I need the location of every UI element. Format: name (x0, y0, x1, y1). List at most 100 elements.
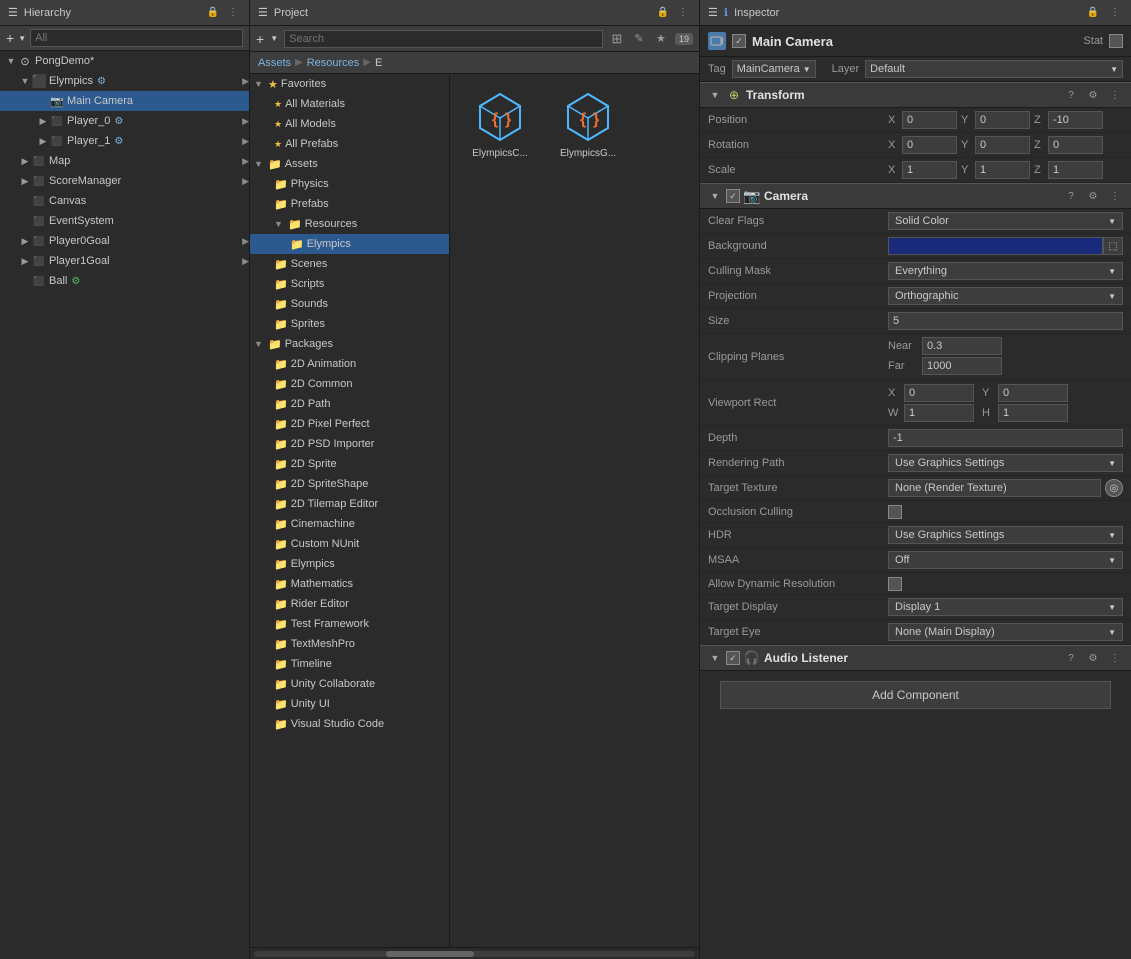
rotation-x-input[interactable] (902, 136, 957, 154)
position-y-input[interactable] (975, 111, 1030, 129)
hierarchy-more-icon[interactable]: ⋮ (225, 5, 241, 21)
transform-header[interactable]: ▼ ⊕ Transform ? ⚙ ⋮ (700, 82, 1131, 108)
viewport-h-input[interactable] (998, 404, 1068, 422)
audio-settings-icon[interactable]: ⚙ (1085, 650, 1101, 666)
project-all-materials[interactable]: ★ All Materials (250, 94, 449, 114)
viewport-y-input[interactable] (998, 384, 1068, 402)
project-rider[interactable]: 📁 Rider Editor (250, 594, 449, 614)
project-elympics-folder[interactable]: 📁 Elympics (250, 234, 449, 254)
culling-mask-dropdown[interactable]: Everything ▼ (888, 262, 1123, 280)
project-all-prefabs[interactable]: ★ All Prefabs (250, 134, 449, 154)
project-add-btn[interactable]: + (256, 31, 264, 47)
project-test-framework[interactable]: 📁 Test Framework (250, 614, 449, 634)
hierarchy-item-main-camera[interactable]: ▶ 📷 Main Camera (0, 91, 249, 111)
hierarchy-item-elympics[interactable]: ▼ ⬛ Elympics ⚙ ▶ (0, 71, 249, 91)
hierarchy-item-player1[interactable]: ▶ ⬛ Player_1 ⚙ ▶ (0, 131, 249, 151)
project-vscode[interactable]: 📁 Visual Studio Code (250, 714, 449, 734)
project-favorites-header[interactable]: ▼ ★ Favorites (250, 74, 449, 94)
asset-item-elympicsg[interactable]: { } ElympicsG... (548, 84, 628, 159)
hierarchy-item-pongdemo[interactable]: ▼ ⊙ PongDemo* (0, 51, 249, 71)
project-mathematics[interactable]: 📁 Mathematics (250, 574, 449, 594)
project-more-icon[interactable]: ⋮ (675, 5, 691, 21)
project-textmeshpro[interactable]: 📁 TextMeshPro (250, 634, 449, 654)
project-2d-sprite[interactable]: 📁 2D Sprite (250, 454, 449, 474)
project-physics[interactable]: 📁 Physics (250, 174, 449, 194)
camera-enabled-checkbox[interactable] (726, 189, 740, 203)
hierarchy-item-player1goal[interactable]: ▶ ⬛ Player1Goal ▶ (0, 251, 249, 271)
project-search-input[interactable] (284, 30, 603, 48)
depth-input[interactable] (888, 429, 1123, 447)
object-active-checkbox[interactable] (732, 34, 746, 48)
project-scrollbar[interactable] (250, 947, 699, 959)
viewport-w-input[interactable] (904, 404, 974, 422)
rotation-z-input[interactable] (1048, 136, 1103, 154)
project-elympics-pkg[interactable]: 📁 Elympics (250, 554, 449, 574)
transform-help-icon[interactable]: ? (1063, 87, 1079, 103)
background-color-swatch[interactable] (888, 237, 1103, 255)
hierarchy-item-map[interactable]: ▶ ⬛ Map ▶ (0, 151, 249, 171)
position-z-input[interactable] (1048, 111, 1103, 129)
project-assets-header[interactable]: ▼ 📁 Assets (250, 154, 449, 174)
target-texture-dropdown[interactable]: None (Render Texture) (888, 479, 1101, 497)
add-component-button[interactable]: Add Component (720, 681, 1111, 709)
clear-flags-dropdown[interactable]: Solid Color ▼ (888, 212, 1123, 230)
audio-more-icon[interactable]: ⋮ (1107, 650, 1123, 666)
project-2d-path[interactable]: 📁 2D Path (250, 394, 449, 414)
hdr-dropdown[interactable]: Use Graphics Settings ▼ (888, 526, 1123, 544)
project-scripts[interactable]: 📁 Scripts (250, 274, 449, 294)
hierarchy-item-eventsystem[interactable]: ▶ ⬛ EventSystem (0, 211, 249, 231)
project-lock-icon[interactable]: 🔒 (655, 5, 671, 21)
target-texture-pick-btn[interactable]: ◎ (1105, 479, 1123, 497)
scale-x-input[interactable] (902, 161, 957, 179)
project-2d-common[interactable]: 📁 2D Common (250, 374, 449, 394)
project-2d-tilemap[interactable]: 📁 2D Tilemap Editor (250, 494, 449, 514)
project-2d-animation[interactable]: 📁 2D Animation (250, 354, 449, 374)
asset-item-elympicsc[interactable]: { } ElympicsC... (460, 84, 540, 159)
project-add-arrow[interactable]: ▼ (270, 34, 278, 43)
far-input[interactable] (922, 357, 1002, 375)
project-prefabs[interactable]: 📁 Prefabs (250, 194, 449, 214)
audio-enabled-checkbox[interactable] (726, 651, 740, 665)
project-custom-nunit[interactable]: 📁 Custom NUnit (250, 534, 449, 554)
static-checkbox[interactable] (1109, 34, 1123, 48)
audio-listener-header[interactable]: ▼ 🎧 Audio Listener ? ⚙ ⋮ (700, 645, 1131, 671)
breadcrumb-resources[interactable]: Resources (307, 57, 360, 69)
hierarchy-search-input[interactable] (30, 29, 243, 47)
projection-dropdown[interactable]: Orthographic ▼ (888, 287, 1123, 305)
scale-y-input[interactable] (975, 161, 1030, 179)
breadcrumb-assets[interactable]: Assets (258, 57, 291, 69)
project-resources[interactable]: ▼ 📁 Resources (250, 214, 449, 234)
tag-dropdown[interactable]: MainCamera ▼ (732, 60, 816, 78)
target-eye-dropdown[interactable]: None (Main Display) ▼ (888, 623, 1123, 641)
scale-z-input[interactable] (1048, 161, 1103, 179)
project-view-btn2[interactable]: ✎ (631, 31, 647, 47)
hierarchy-item-ball[interactable]: ▶ ⬛ Ball ⚙ (0, 271, 249, 291)
camera-settings-icon[interactable]: ⚙ (1085, 188, 1101, 204)
hierarchy-add-btn[interactable]: + (6, 30, 14, 46)
audio-help-icon[interactable]: ? (1063, 650, 1079, 666)
hierarchy-lock-icon[interactable]: 🔒 (205, 5, 221, 21)
project-2d-psd[interactable]: 📁 2D PSD Importer (250, 434, 449, 454)
hierarchy-menu-icon[interactable]: ☰ (8, 6, 18, 19)
project-view-btn1[interactable]: ⊞ (609, 31, 625, 47)
size-input[interactable] (888, 312, 1123, 330)
project-packages-header[interactable]: ▼ 📁 Packages (250, 334, 449, 354)
project-sprites[interactable]: 📁 Sprites (250, 314, 449, 334)
project-timeline[interactable]: 📁 Timeline (250, 654, 449, 674)
hierarchy-add-arrow[interactable]: ▼ (18, 34, 26, 43)
rotation-y-input[interactable] (975, 136, 1030, 154)
near-input[interactable] (922, 337, 1002, 355)
target-display-dropdown[interactable]: Display 1 ▼ (888, 598, 1123, 616)
camera-more-icon[interactable]: ⋮ (1107, 188, 1123, 204)
inspector-lock-icon[interactable]: 🔒 (1085, 5, 1101, 21)
project-sounds[interactable]: 📁 Sounds (250, 294, 449, 314)
hierarchy-item-player0[interactable]: ▶ ⬛ Player_0 ⚙ ▶ (0, 111, 249, 131)
hierarchy-item-scoremanager[interactable]: ▶ ⬛ ScoreManager ▶ (0, 171, 249, 191)
transform-settings-icon[interactable]: ⚙ (1085, 87, 1101, 103)
project-scenes[interactable]: 📁 Scenes (250, 254, 449, 274)
project-2d-spriteshape[interactable]: 📁 2D SpriteShape (250, 474, 449, 494)
inspector-more-icon[interactable]: ⋮ (1107, 5, 1123, 21)
hierarchy-item-player0goal[interactable]: ▶ ⬛ Player0Goal ▶ (0, 231, 249, 251)
allow-dynamic-checkbox[interactable] (888, 577, 902, 591)
camera-help-icon[interactable]: ? (1063, 188, 1079, 204)
